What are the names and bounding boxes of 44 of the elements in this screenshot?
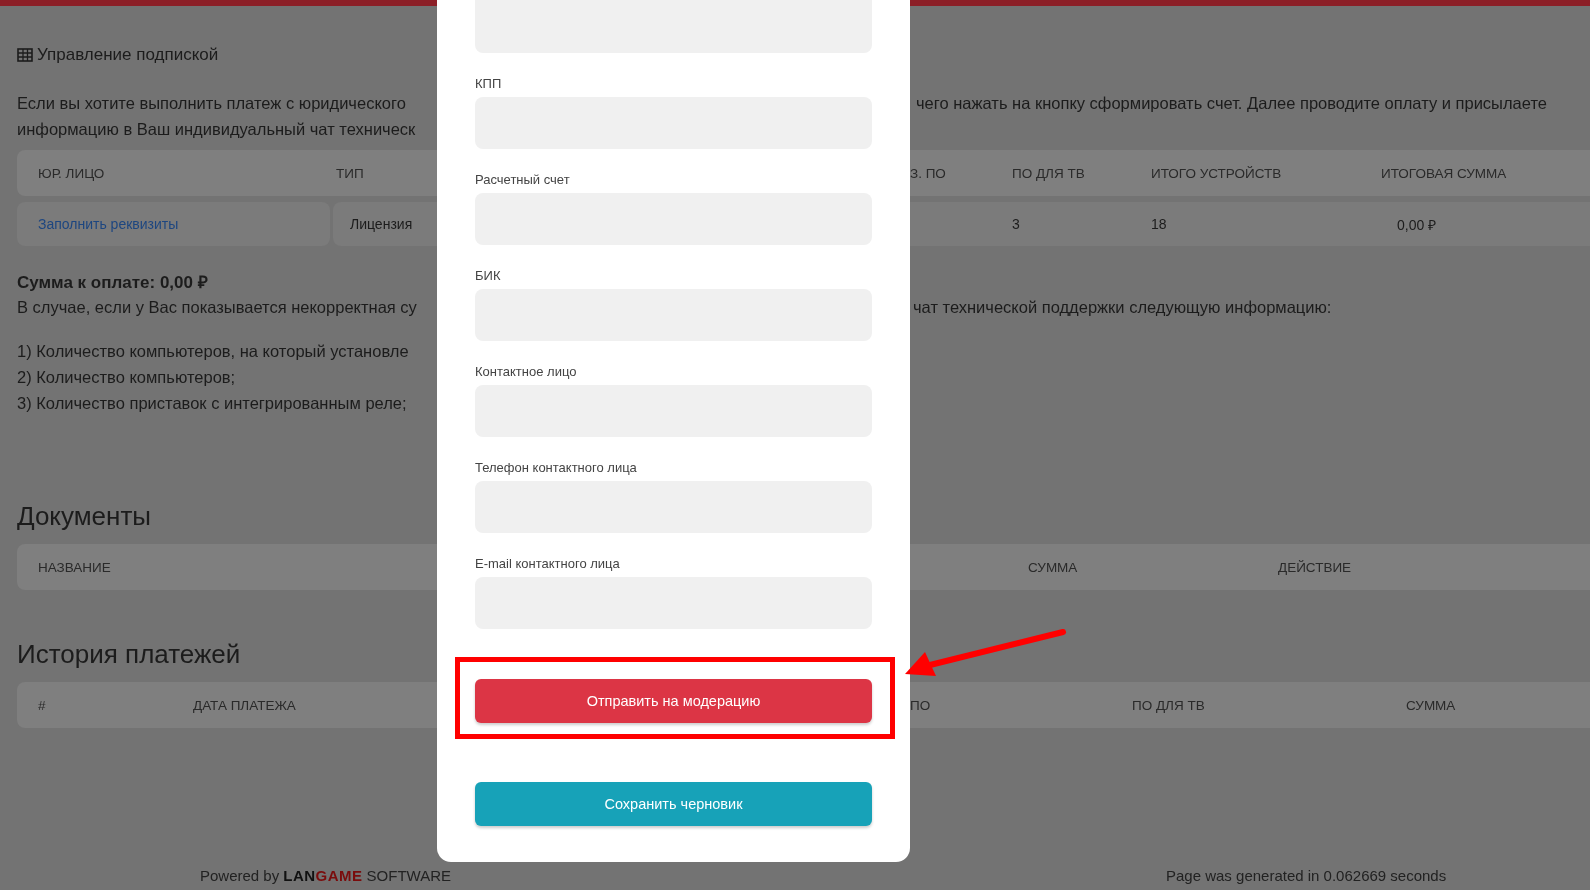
save-draft-button[interactable]: Сохранить черновик xyxy=(475,782,872,826)
column-header: ДЕЙСТВИЕ xyxy=(1278,559,1353,575)
submit-button[interactable]: Отправить на модерацию xyxy=(475,679,872,723)
table-icon xyxy=(17,48,33,62)
intro-text: чего нажать на кнопку сформировать счет. Далее проводите оплату и присылаете xyxy=(916,93,1547,113)
table-cell-text: 3 xyxy=(1012,216,1021,232)
table-cell-text: 18 xyxy=(1151,216,1168,232)
brand-suffix: SOFTWARE xyxy=(366,866,451,884)
column-header: СУММА xyxy=(1406,697,1457,713)
fill-details-link[interactable]: Заполнить реквизиты xyxy=(38,216,179,232)
field-label: E-mail контактного лица xyxy=(475,555,620,573)
column-header: НАЗВАНИЕ xyxy=(38,559,111,575)
field-label: Расчетный счет xyxy=(475,171,570,189)
powered-by-text: Powered by xyxy=(200,866,280,884)
column-header: ИТОГОВАЯ СУММА xyxy=(1381,165,1508,181)
column-header: ИТОГО УСТРОЙСТВ xyxy=(1151,165,1283,181)
section-title: Управление подпиской xyxy=(17,45,219,65)
list-item: 3) Количество приставок с интегрированным реле; xyxy=(17,393,407,413)
field-label: Телефон контактного лица xyxy=(475,459,637,477)
column-header: ПО xyxy=(910,697,932,713)
table-cell-text: 0,00 ₽ xyxy=(1396,215,1437,234)
generation-time: Page was generated in 0.062669 seconds xyxy=(1166,866,1448,884)
intro-text: Если вы хотите выполнить платеж с юридического xyxy=(17,93,406,113)
brand-logo: LANGAME xyxy=(283,866,363,884)
cell-text: Лицензия xyxy=(350,216,413,232)
field-label: КПП xyxy=(475,75,502,93)
field-label: Контактное лицо xyxy=(475,363,577,381)
field-label: БИК xyxy=(475,267,501,285)
notice-text: чат технической поддержки следующую информацию: xyxy=(913,297,1332,317)
list-item: 2) Количество компьютеров; xyxy=(17,367,236,387)
section-heading: История платежей xyxy=(17,638,241,670)
column-header: ТИП xyxy=(336,165,364,181)
column-header: З. ПО xyxy=(910,165,947,181)
intro-text: информацию в Ваш индивидуальный чат техническ xyxy=(17,119,416,139)
total-amount: Сумма к оплате: 0,00 ₽ xyxy=(17,271,208,293)
column-header: ПО ДЛЯ ТВ xyxy=(1132,697,1206,713)
list-item: 1) Количество компьютеров, на который установле xyxy=(17,341,409,361)
column-header: СУММА xyxy=(1028,559,1079,575)
column-header: # xyxy=(38,697,47,713)
column-header: ДАТА ПЛАТЕЖА xyxy=(193,697,297,713)
notice-text: В случае, если у Вас показывается некорректная су xyxy=(17,297,417,317)
section-heading: Документы xyxy=(17,500,152,532)
column-header: ЮР. ЛИЦО xyxy=(38,165,106,181)
column-header: ПО ДЛЯ ТВ xyxy=(1012,165,1086,181)
